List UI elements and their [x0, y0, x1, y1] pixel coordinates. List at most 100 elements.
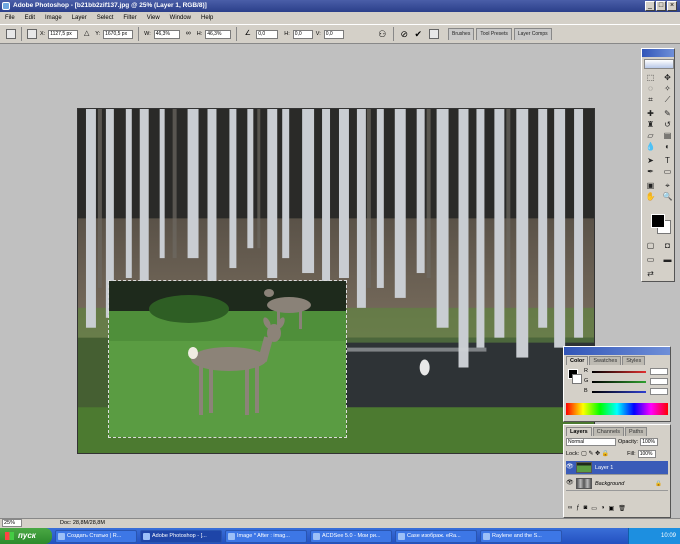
y-field[interactable]: 1670,5 px — [103, 29, 134, 39]
clone-stamp-icon[interactable]: ♜ — [644, 120, 657, 130]
brush-tool-icon[interactable]: ✎ — [661, 109, 674, 119]
crop-tool-icon[interactable]: ⌗ — [644, 95, 657, 105]
menu-window[interactable]: Window — [169, 15, 192, 21]
minimize-button[interactable]: _ — [645, 1, 655, 11]
tool-presets-tab[interactable]: Tool Presets — [476, 28, 512, 40]
taskbar-button-active[interactable]: Adobe Photoshop - [... — [140, 529, 222, 543]
height-field[interactable]: 46,3% — [205, 29, 232, 39]
dodge-tool-icon[interactable]: ◐ — [661, 142, 674, 152]
menu-edit[interactable]: Edit — [24, 15, 36, 21]
menu-image[interactable]: Image — [44, 15, 63, 21]
magic-wand-icon[interactable]: ✧ — [661, 84, 674, 94]
maximize-button[interactable]: □ — [656, 1, 666, 11]
tab-paths[interactable]: Paths — [625, 427, 648, 436]
lock-icons[interactable]: ▢ ✎ ✥ 🔒 — [581, 450, 625, 457]
eyedropper-icon[interactable]: ⌖ — [661, 181, 674, 191]
adjustment-layer-icon[interactable]: ◑ — [601, 505, 605, 515]
zoom-tool-icon[interactable]: 🔍 — [661, 192, 674, 202]
start-button[interactable]: пуск — [0, 528, 52, 544]
path-selection-icon[interactable]: ➤ — [644, 156, 657, 166]
jump-to-imageready-icon[interactable]: ⇄ — [644, 269, 657, 279]
x-field[interactable]: 1127,5 px — [48, 29, 79, 39]
opacity-field[interactable]: 100% — [640, 437, 659, 446]
taskbar-button[interactable]: ACDSee 5.0 - Мои ри... — [310, 529, 392, 543]
layer-row-layer-1[interactable]: 👁 Layer 1 — [566, 461, 668, 475]
type-tool-icon[interactable]: T — [661, 156, 674, 166]
cancel-transform-icon[interactable]: ⊘ — [399, 29, 410, 39]
layer-1-image[interactable] — [108, 280, 347, 438]
red-value-field[interactable] — [650, 368, 668, 375]
menu-layer[interactable]: Layer — [71, 15, 88, 21]
notes-tool-icon[interactable]: ▣ — [644, 181, 657, 191]
menu-help[interactable]: Help — [200, 15, 214, 21]
delete-layer-icon[interactable]: 🗑 — [618, 505, 626, 515]
green-slider[interactable]: G — [584, 378, 670, 386]
slice-tool-icon[interactable]: ⟋ — [661, 95, 674, 105]
menu-filter[interactable]: Filter — [122, 15, 137, 21]
foreground-color-swatch[interactable] — [651, 214, 665, 228]
taskbar-button[interactable]: Case изображ. eRa... — [395, 529, 477, 543]
screen-mode-icon[interactable]: ▭ — [644, 255, 657, 265]
shape-tool-icon[interactable]: ▭ — [661, 167, 674, 177]
close-button[interactable]: × — [667, 1, 677, 11]
blue-bar[interactable] — [592, 391, 646, 393]
warp-icon[interactable]: ⚇ — [377, 29, 388, 39]
transform-tool-icon[interactable] — [6, 29, 16, 39]
lasso-tool-icon[interactable]: ◌ — [644, 84, 657, 94]
red-bar[interactable] — [592, 371, 646, 373]
palette-well-icon[interactable] — [428, 29, 439, 39]
taskbar-button[interactable]: Raylene and the S... — [480, 529, 562, 543]
brushes-tab[interactable]: Brushes — [448, 28, 475, 40]
hskew-field[interactable]: 0,0 — [292, 29, 313, 39]
menu-file[interactable]: File — [4, 15, 16, 21]
pen-tool-icon[interactable]: ✒ — [644, 167, 657, 177]
standard-mode-icon[interactable]: ▢ — [644, 241, 657, 251]
tab-channels[interactable]: Channels — [592, 427, 624, 436]
tab-layers[interactable]: Layers — [566, 427, 592, 436]
commit-transform-icon[interactable]: ✔ — [413, 29, 424, 39]
green-bar[interactable] — [592, 381, 646, 383]
taskbar-button[interactable]: Создать Статью | R... — [55, 529, 137, 543]
zoom-field[interactable]: 25% — [2, 519, 22, 527]
new-layer-icon[interactable]: ▣ — [609, 505, 615, 515]
visibility-eye-icon[interactable]: 👁 — [566, 480, 574, 487]
tab-color[interactable]: Color — [566, 356, 589, 365]
gradient-tool-icon[interactable]: ▤ — [661, 131, 674, 141]
adobe-online-icon[interactable] — [644, 59, 674, 69]
menu-view[interactable]: View — [146, 15, 161, 21]
bg-color-chip[interactable] — [572, 374, 582, 384]
angle-field[interactable]: 0,0 — [256, 29, 279, 39]
vskew-field[interactable]: 0,0 — [323, 29, 344, 39]
quick-mask-icon[interactable]: ◘ — [661, 241, 674, 251]
history-brush-icon[interactable]: ↺ — [661, 120, 674, 130]
menu-select[interactable]: Select — [96, 15, 115, 21]
new-set-icon[interactable]: ▭ — [591, 505, 597, 515]
link-icon[interactable]: ∞ — [183, 29, 194, 39]
reference-point-icon[interactable] — [27, 29, 37, 39]
red-slider[interactable]: R — [584, 368, 670, 376]
link-layers-icon[interactable]: ∞ — [568, 505, 572, 515]
tab-swatches[interactable]: Swatches — [589, 356, 622, 365]
eraser-tool-icon[interactable]: ▱ — [644, 131, 657, 141]
tab-styles[interactable]: Styles — [622, 356, 646, 365]
delta-icon[interactable]: △ — [81, 29, 92, 39]
fullscreen-mode-icon[interactable]: ▬ — [661, 255, 674, 265]
move-tool-icon[interactable]: ✥ — [661, 73, 674, 83]
marquee-tool-icon[interactable]: ⬚ — [644, 73, 657, 83]
visibility-eye-icon[interactable]: 👁 — [566, 464, 574, 471]
width-field[interactable]: 46,3% — [153, 29, 180, 39]
layer-comps-tab[interactable]: Layer Comps — [513, 28, 552, 40]
blue-slider[interactable]: B — [584, 388, 670, 396]
blur-tool-icon[interactable]: 💧 — [644, 142, 657, 152]
color-spectrum-bar[interactable] — [566, 403, 668, 415]
layer-style-icon[interactable]: ƒ — [576, 505, 579, 515]
layer-mask-icon[interactable]: ◙ — [584, 505, 588, 515]
fill-field[interactable]: 100% — [637, 449, 656, 458]
blend-mode-select[interactable]: Normal — [566, 437, 616, 446]
blue-value-field[interactable] — [650, 388, 668, 395]
healing-brush-icon[interactable]: ✚ — [644, 109, 657, 119]
hand-tool-icon[interactable]: ✋ — [644, 192, 657, 202]
layer-row-background[interactable]: 👁 Background 🔒 — [566, 477, 668, 491]
green-value-field[interactable] — [650, 378, 668, 385]
taskbar-button[interactable]: Image * After : imag... — [225, 529, 307, 543]
